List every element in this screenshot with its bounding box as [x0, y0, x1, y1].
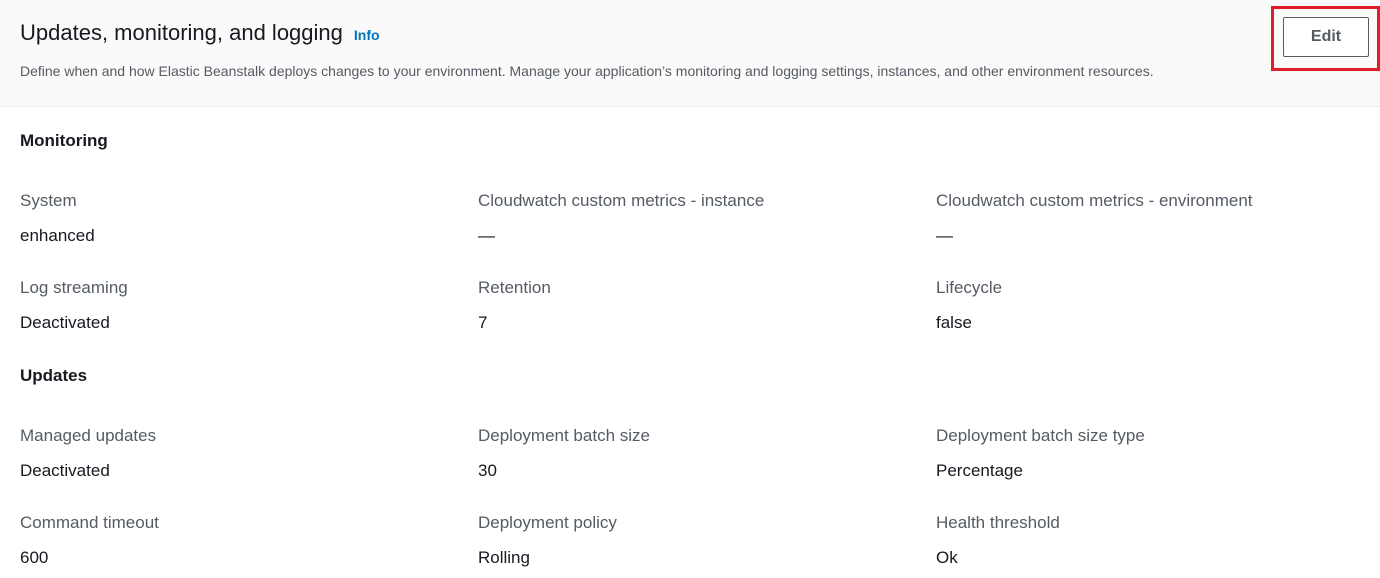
page-title: Updates, monitoring, and logging — [20, 20, 343, 45]
field-value: — — [936, 226, 953, 245]
field-command-timeout: Command timeout 600 — [20, 513, 460, 568]
field-value: 7 — [478, 313, 488, 332]
field-managed-updates: Managed updates Deactivated — [20, 426, 460, 481]
monitoring-section-title: Monitoring — [20, 131, 108, 150]
field-value: 30 — [478, 461, 497, 480]
field-deployment-batch-size: Deployment batch size 30 — [478, 426, 918, 481]
field-label: Retention — [478, 278, 551, 297]
field-label: Deployment batch size — [478, 426, 650, 445]
info-link[interactable]: Info — [354, 27, 380, 43]
field-value: Percentage — [936, 461, 1023, 480]
field-retention: Retention 7 — [478, 278, 918, 333]
field-value: Deactivated — [20, 461, 110, 480]
page-description: Define when and how Elastic Beanstalk de… — [20, 63, 1154, 79]
field-label: System — [20, 191, 77, 210]
field-label: Cloudwatch custom metrics - environment — [936, 191, 1253, 210]
field-health-threshold: Health threshold Ok — [936, 513, 1376, 568]
field-deployment-batch-size-type: Deployment batch size type Percentage — [936, 426, 1376, 481]
field-value: Rolling — [478, 548, 530, 567]
field-value: Ok — [936, 548, 958, 567]
field-label: Lifecycle — [936, 278, 1003, 297]
field-deployment-policy: Deployment policy Rolling — [478, 513, 918, 568]
field-value: Deactivated — [20, 313, 110, 332]
field-label: Deployment batch size type — [936, 426, 1145, 445]
field-value: — — [478, 226, 495, 245]
field-value: enhanced — [20, 226, 95, 245]
field-label: Log streaming — [20, 278, 128, 297]
field-value: 600 — [20, 548, 49, 567]
title-row: Updates, monitoring, and logging Info — [20, 20, 380, 46]
field-value: false — [936, 313, 972, 332]
field-label: Command timeout — [20, 513, 159, 532]
field-lifecycle: Lifecycle false — [936, 278, 1376, 333]
field-label: Health threshold — [936, 513, 1060, 532]
field-system: System enhanced — [20, 191, 460, 246]
updates-section-title: Updates — [20, 366, 88, 385]
field-log-streaming: Log streaming Deactivated — [20, 278, 460, 333]
edit-button[interactable]: Edit — [1283, 17, 1369, 57]
field-label: Deployment policy — [478, 513, 617, 532]
field-label: Managed updates — [20, 426, 157, 445]
field-cloudwatch-instance: Cloudwatch custom metrics - instance — — [478, 191, 918, 246]
panel-header: Updates, monitoring, and logging Info De… — [0, 0, 1380, 107]
field-cloudwatch-environment: Cloudwatch custom metrics - environment … — [936, 191, 1376, 246]
field-label: Cloudwatch custom metrics - instance — [478, 191, 765, 210]
